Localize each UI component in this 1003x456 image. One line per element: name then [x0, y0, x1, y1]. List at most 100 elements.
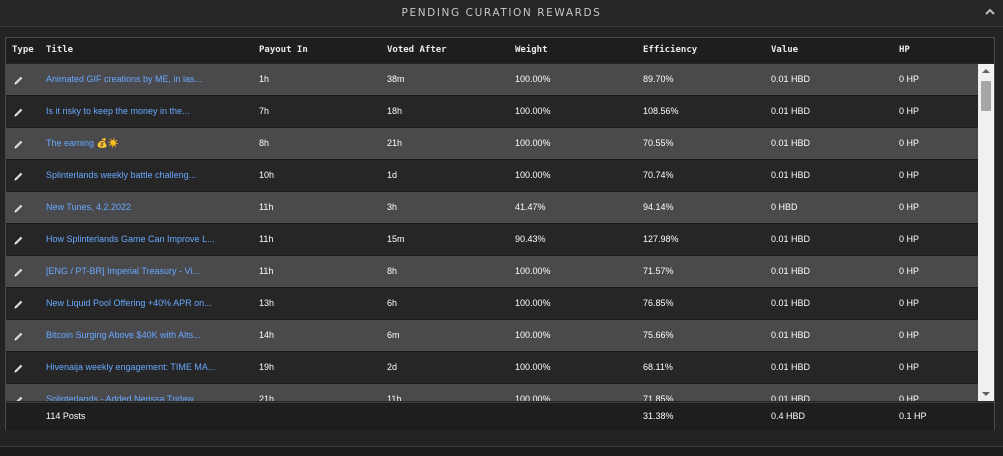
footer-hp: 0.1 HP — [899, 411, 927, 421]
table-row: Bitcoin Surging Above $40K with Alts... 1… — [6, 320, 978, 352]
cell-voted-after: 1d — [387, 170, 398, 180]
cell-payout-in: 7h — [259, 106, 270, 116]
cell-value: 0.01 HBD — [771, 298, 811, 308]
cell-value: 0.01 HBD — [771, 170, 811, 180]
cell-title[interactable]: How Splinterlands Game Can Improve L... — [46, 234, 215, 244]
column-header-voted-after[interactable]: Voted After — [387, 45, 447, 55]
pencil-icon[interactable] — [13, 233, 24, 245]
column-header-hp[interactable]: HP — [899, 45, 910, 55]
cell-voted-after: 2d — [387, 362, 398, 372]
cell-weight: 90.43% — [515, 234, 546, 244]
footer-value: 0.4 HBD — [771, 411, 806, 421]
pencil-icon[interactable] — [13, 201, 24, 213]
cell-title[interactable]: Is it risky to keep the money in the... — [46, 106, 190, 116]
triangle-up-icon — [982, 69, 990, 73]
cell-hp: 0 HP — [899, 106, 920, 116]
cell-weight: 100.00% — [515, 266, 551, 276]
cell-hp: 0 HP — [899, 394, 920, 401]
cell-hp: 0 HP — [899, 202, 920, 212]
cell-value: 0.01 HBD — [771, 394, 811, 401]
table-row: How Splinterlands Game Can Improve L... 1… — [6, 224, 978, 256]
cell-title[interactable]: [ENG / PT-BR] Imperial Treasury - Vi... — [46, 266, 200, 276]
cell-title[interactable]: The earning 💰☀️ — [46, 138, 119, 149]
cell-weight: 41.47% — [515, 202, 546, 212]
cell-weight: 100.00% — [515, 138, 551, 148]
table-row: New Tunes, 4.2.2022 11h 3h 41.47% 94.14% 0 HB… — [6, 192, 978, 224]
cell-efficiency: 127.98% — [643, 234, 679, 244]
cell-voted-after: 15m — [387, 234, 405, 244]
pencil-icon[interactable] — [13, 73, 24, 85]
cell-title[interactable]: Bitcoin Surging Above $40K with Alts... — [46, 330, 201, 340]
cell-hp: 0 HP — [899, 138, 920, 148]
pencil-icon[interactable] — [13, 137, 24, 149]
cell-voted-after: 8h — [387, 266, 398, 276]
cell-payout-in: 11h — [259, 234, 274, 244]
vertical-scrollbar[interactable] — [978, 64, 994, 401]
cell-title[interactable]: Splinterlands - Added Nerissa Tridaw... — [46, 394, 201, 401]
cell-weight: 100.00% — [515, 74, 551, 84]
table-row: Animated GIF creations by ME, in las... 1… — [6, 64, 978, 96]
cell-voted-after: 38m — [387, 74, 405, 84]
table-footer: 114 Posts 31.38% 0.4 HBD 0.1 HP — [6, 402, 994, 430]
cell-value: 0.01 HBD — [771, 234, 811, 244]
cell-payout-in: 19h — [259, 362, 275, 372]
cell-hp: 0 HP — [899, 298, 920, 308]
cell-weight: 100.00% — [515, 362, 551, 372]
column-header-weight[interactable]: Weight — [515, 45, 548, 55]
triangle-down-icon — [982, 392, 990, 396]
cell-title[interactable]: Animated GIF creations by ME, in las... — [46, 74, 202, 84]
table-header: Type Title Payout In Voted After Weight … — [6, 38, 994, 63]
cell-hp: 0 HP — [899, 170, 920, 180]
cell-payout-in: 8h — [259, 138, 270, 148]
cell-efficiency: 70.55% — [643, 138, 674, 148]
curation-table: Type Title Payout In Voted After Weight … — [5, 37, 995, 430]
cell-value: 0.01 HBD — [771, 138, 811, 148]
cell-hp: 0 HP — [899, 362, 920, 372]
cell-title[interactable]: Splinterlands weekly battle challeng... — [46, 170, 196, 180]
cell-voted-after: 6m — [387, 330, 400, 340]
cell-efficiency: 71.57% — [643, 266, 674, 276]
cell-voted-after: 18h — [387, 106, 403, 116]
cell-title[interactable]: New Liquid Pool Offering +40% APR on... — [46, 298, 212, 308]
cell-value: 0.01 HBD — [771, 362, 811, 372]
column-header-title[interactable]: Title — [46, 45, 73, 55]
pencil-icon[interactable] — [13, 169, 24, 181]
collapse-button[interactable] — [983, 5, 997, 17]
scrollbar-thumb[interactable] — [981, 81, 991, 111]
column-header-type[interactable]: Type — [12, 45, 34, 55]
cell-title[interactable]: New Tunes, 4.2.2022 — [46, 202, 131, 212]
pencil-icon[interactable] — [13, 265, 24, 277]
pencil-icon[interactable] — [13, 297, 24, 309]
column-header-efficiency[interactable]: Efficiency — [643, 45, 697, 55]
cell-hp: 0 HP — [899, 234, 920, 244]
cell-payout-in: 1h — [259, 74, 270, 84]
table-row: Hivenaija weekly engagement: TIME MA... 1… — [6, 352, 978, 384]
scroll-up-button[interactable] — [978, 64, 994, 78]
cell-efficiency: 94.14% — [643, 202, 674, 212]
cell-payout-in: 14h — [259, 330, 275, 340]
cell-voted-after: 11h — [387, 394, 402, 401]
cell-efficiency: 75.66% — [643, 330, 674, 340]
cell-weight: 100.00% — [515, 170, 551, 180]
cell-weight: 100.00% — [515, 330, 551, 340]
cell-title[interactable]: Hivenaija weekly engagement: TIME MA... — [46, 362, 215, 372]
column-header-value[interactable]: Value — [771, 45, 798, 55]
pencil-icon[interactable] — [13, 361, 24, 373]
pencil-icon[interactable] — [13, 329, 24, 341]
table-row: Is it risky to keep the money in the... 7… — [6, 96, 978, 128]
cell-value: 0.01 HBD — [771, 106, 811, 116]
table-body: Animated GIF creations by ME, in las... 1… — [6, 64, 978, 401]
cell-voted-after: 3h — [387, 202, 398, 212]
scroll-down-button[interactable] — [978, 387, 994, 401]
pencil-icon[interactable] — [13, 393, 24, 401]
panel-header: PENDING CURATION REWARDS — [0, 0, 1003, 27]
cell-efficiency: 68.11% — [643, 362, 673, 372]
cell-value: 0 HBD — [771, 202, 798, 212]
column-header-payout-in[interactable]: Payout In — [259, 45, 308, 55]
cell-payout-in: 10h — [259, 170, 275, 180]
table-row: Splinterlands weekly battle challeng... 1… — [6, 160, 978, 192]
pencil-icon[interactable] — [13, 105, 24, 117]
cell-hp: 0 HP — [899, 74, 920, 84]
cell-hp: 0 HP — [899, 266, 920, 276]
cell-value: 0.01 HBD — [771, 74, 811, 84]
